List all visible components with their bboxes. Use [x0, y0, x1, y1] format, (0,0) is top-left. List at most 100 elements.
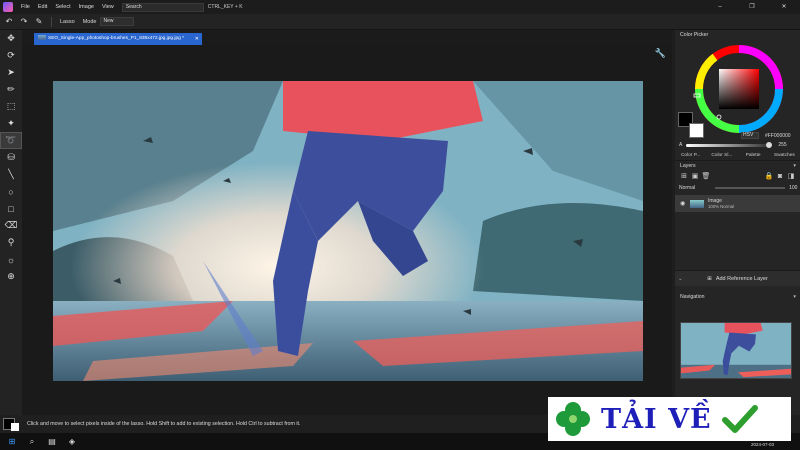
collapse-icon[interactable]: ▾ [793, 161, 796, 171]
taskbar-date: 2024-07-03 [750, 442, 774, 447]
tab-color-sliders[interactable]: Color Sl... [706, 153, 737, 158]
status-message: Click and move to select pixels inside o… [27, 421, 301, 427]
add-reference-label: Add Reference Layer [715, 275, 768, 282]
eraser-tool-icon[interactable]: ⌫ [0, 217, 22, 234]
tab-swatches[interactable]: Swatches [769, 153, 800, 158]
layers-panel: Layers ▾ ⊞ ▣ 🗑 🔒 ◙ ◨ Normal 100 ◉ Image 1… [675, 161, 800, 212]
visibility-eye-icon[interactable]: ◉ [680, 200, 688, 207]
add-reference-icon: ⊞ [707, 275, 712, 282]
opacity-value[interactable]: 100 [789, 185, 797, 191]
app-taskbar-icon[interactable]: ◈ [64, 435, 80, 449]
artwork-illustration [53, 81, 643, 381]
checkmark-icon [721, 405, 758, 433]
menu-view[interactable]: View [102, 4, 114, 10]
tab-color-picker[interactable]: Color P... [675, 153, 706, 158]
alpha-value[interactable]: 255 [778, 142, 786, 148]
redo-icon[interactable]: ↷ [18, 16, 30, 28]
new-layer-icon[interactable]: ⊞ [679, 172, 689, 182]
menu-select[interactable]: Select [55, 4, 70, 10]
document-tab-title: SEO_Single-App_photoshop-brushes_P1_838x… [48, 36, 185, 41]
pencil-tool-icon[interactable]: ✏ [0, 81, 22, 98]
delete-layer-icon[interactable]: 🗑 [701, 172, 711, 182]
navigation-panel: Navigation ▾ [675, 292, 800, 302]
mode-label: Mode [82, 18, 97, 25]
hex-value[interactable]: #FF000000 [765, 133, 791, 139]
new-folder-icon[interactable]: ▣ [690, 172, 700, 182]
windows-start-icon[interactable]: ⊞ [4, 435, 20, 449]
close-tab-icon[interactable]: ✕ [195, 33, 199, 45]
document-tab[interactable]: SEO_Single-App_photoshop-brushes_P1_838x… [34, 33, 202, 45]
color-mode-select[interactable]: HSV [741, 132, 759, 139]
tool-name-label: Lasso [60, 18, 75, 25]
mask-icon[interactable]: ◙ [775, 172, 785, 182]
search-shortcut-hint: CTRL_KEY + K [207, 4, 243, 10]
clover-icon [556, 402, 590, 436]
canvas-area[interactable]: 🔧 [22, 45, 672, 415]
lasso-tool-icon[interactable]: ➰ [0, 132, 22, 149]
artwork-image[interactable] [53, 81, 643, 381]
fill-tool-icon[interactable]: ⛁ [0, 149, 22, 166]
alpha-slider-knob[interactable] [766, 141, 773, 148]
navigation-title: Navigation ▾ [680, 292, 796, 302]
search-icon[interactable]: ⌕ [24, 435, 40, 449]
navigation-thumbnail[interactable] [680, 322, 792, 379]
layer-toolbar: ⊞ ▣ 🗑 🔒 ◙ ◨ [675, 171, 800, 183]
store-icon[interactable]: ▤ [44, 435, 60, 449]
brightness-tool-icon[interactable]: ☼ [0, 251, 22, 268]
eyedropper-tool-icon[interactable]: ⚲ [0, 234, 22, 251]
edit-icon[interactable]: ✎ [33, 16, 45, 28]
ellipse-tool-icon[interactable]: ○ [0, 183, 22, 200]
line-tool-icon[interactable]: ╲ [0, 166, 22, 183]
layer-detail: 100% Normal [708, 203, 735, 209]
layer-thumbnail [690, 199, 704, 208]
menu-bar: File Edit Select Image View Search CTRL_… [0, 0, 800, 14]
wrench-icon[interactable]: 🔧 [655, 48, 666, 59]
color-mode-row: HSV #FF000000 [741, 132, 791, 139]
menu-edit[interactable]: Edit [38, 4, 47, 10]
chevron-down-icon: ⌄ [678, 275, 683, 282]
background-color-swatch[interactable] [689, 123, 704, 138]
color-picker-title: Color Picker [680, 32, 709, 38]
more-icon[interactable]: ◨ [786, 172, 796, 182]
rectangle-tool-icon[interactable]: □ [0, 200, 22, 217]
tools-panel: ✥ ⟳ ➤ ✏ ⬚ ✦ ➰ ⛁ ╲ ○ □ ⌫ ⚲ ☼ ⊕ [0, 30, 22, 415]
document-tab-bar: SEO_Single-App_photoshop-brushes_P1_838x… [22, 30, 672, 45]
search-input[interactable]: Search [121, 2, 204, 12]
color-tabs: Color P... Color Sl... Palette Swatches [675, 150, 800, 161]
alpha-row: A 255 [679, 141, 796, 149]
close-button[interactable]: ✕ [768, 0, 800, 14]
navigation-preview [681, 323, 791, 378]
maximize-button[interactable]: ❐ [736, 0, 768, 14]
watermark-banner: TẢI VỀ [548, 397, 791, 441]
magic-wand-tool-icon[interactable]: ✦ [0, 115, 22, 132]
watermark-text: TẢI VỀ [601, 403, 712, 435]
separator [51, 16, 52, 27]
undo-icon[interactable]: ↶ [3, 16, 15, 28]
collapse-icon[interactable]: ▾ [793, 292, 796, 302]
status-background-swatch[interactable] [11, 423, 19, 431]
layer-row[interactable]: ◉ Image 100% Normal [675, 195, 800, 212]
rotate-tool-icon[interactable]: ⟳ [0, 47, 22, 64]
app-logo-icon [3, 2, 13, 12]
window-controls: – ❐ ✕ [704, 0, 800, 14]
minimize-button[interactable]: – [704, 0, 736, 14]
document-thumbnail [38, 35, 46, 41]
right-panel: Color Picker HSV #FF000000 A 255 Color P… [675, 30, 800, 415]
zoom-tool-icon[interactable]: ⊕ [0, 268, 22, 285]
menu-image[interactable]: Image [79, 4, 94, 10]
add-reference-layer-button[interactable]: ⌄ ⊞ Add Reference Layer [675, 270, 800, 286]
lock-icon[interactable]: 🔒 [764, 172, 774, 182]
alpha-label: A [679, 142, 683, 148]
opacity-slider[interactable] [715, 186, 786, 189]
move-tool-icon[interactable]: ✥ [0, 30, 22, 47]
tab-palette[interactable]: Palette [738, 153, 769, 158]
tool-options-bar: ↶ ↷ ✎ Lasso Mode New [0, 14, 800, 30]
menu-file[interactable]: File [21, 4, 30, 10]
mode-select[interactable]: New [100, 17, 135, 26]
layers-title: Layers ▾ [680, 161, 796, 171]
blend-mode-select[interactable]: Normal [679, 185, 695, 191]
blend-row: Normal 100 [675, 183, 800, 192]
rect-select-tool-icon[interactable]: ⬚ [0, 98, 22, 115]
alpha-slider[interactable] [686, 141, 773, 148]
pointer-tool-icon[interactable]: ➤ [0, 64, 22, 81]
